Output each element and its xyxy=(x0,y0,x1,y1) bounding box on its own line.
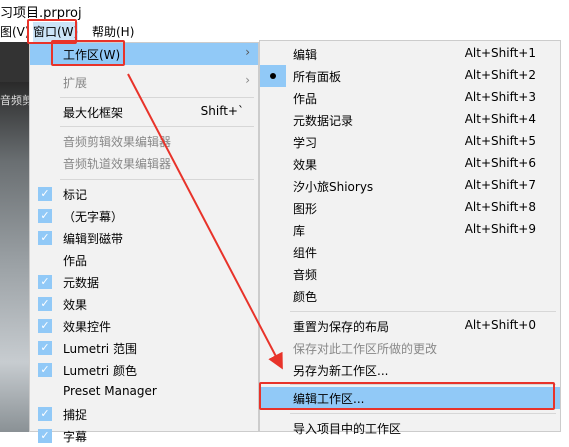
annotation-arrow xyxy=(127,73,283,370)
